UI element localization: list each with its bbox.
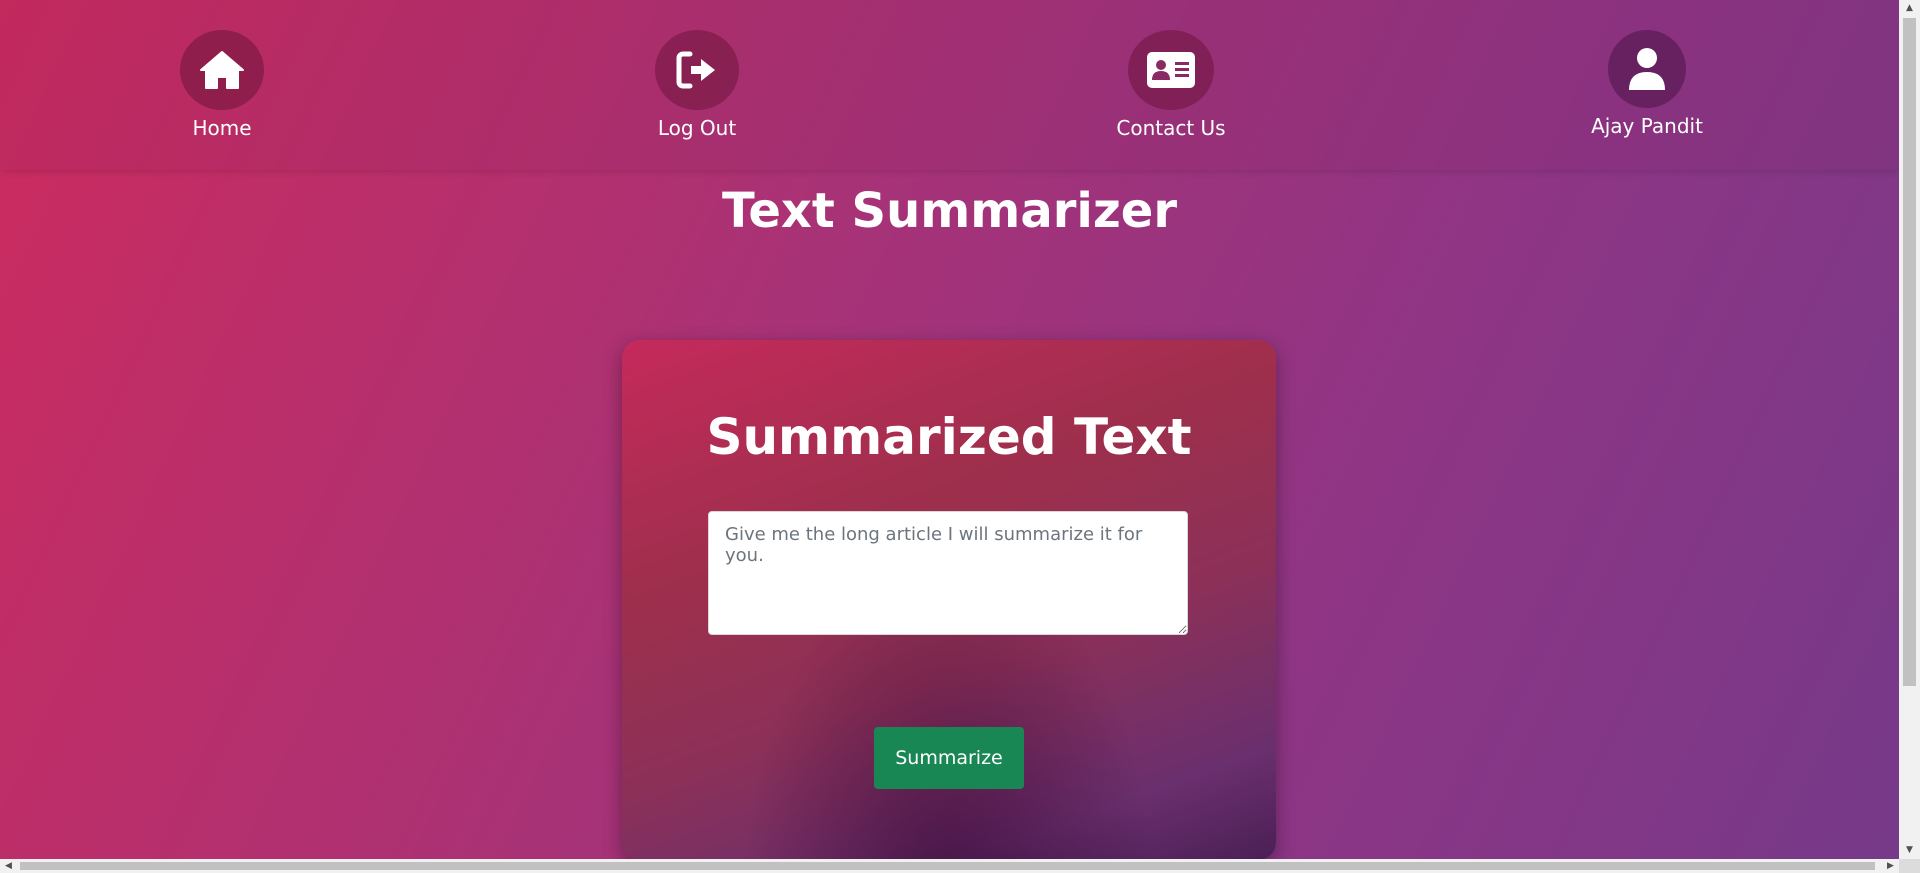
page-title: Text Summarizer <box>722 183 1177 239</box>
nav-item-home[interactable]: Home <box>122 30 322 140</box>
nav-label-home: Home <box>192 116 252 140</box>
horizontal-scroll-thumb[interactable] <box>20 862 1875 870</box>
nav-label-contact: Contact Us <box>1116 116 1226 140</box>
summarizer-card: Summarized Text Summarize <box>622 340 1276 859</box>
card-title: Summarized Text <box>706 408 1192 466</box>
nav-item-profile[interactable]: Ajay Pandit <box>1547 30 1747 138</box>
article-textarea[interactable] <box>708 511 1188 635</box>
contact-card-icon-circle <box>1128 30 1214 110</box>
logout-icon <box>676 51 715 89</box>
page-viewport: Home Log Out Contact Us Ajay Pandit Text… <box>0 0 1899 859</box>
vertical-scroll-thumb[interactable] <box>1903 18 1916 686</box>
nav-label-profile: Ajay Pandit <box>1591 114 1703 138</box>
scrollbar-corner <box>1899 859 1920 873</box>
logout-icon-circle <box>655 30 739 110</box>
nav-item-logout[interactable]: Log Out <box>597 30 797 140</box>
home-icon <box>200 51 244 89</box>
scroll-up-arrow-icon[interactable]: ▲ <box>1899 0 1920 17</box>
contact-card-icon <box>1147 52 1195 88</box>
navbar: Home Log Out Contact Us Ajay Pandit <box>0 0 1899 170</box>
user-icon-circle <box>1608 30 1686 108</box>
scroll-left-arrow-icon[interactable]: ◀ <box>0 859 17 873</box>
nav-label-logout: Log Out <box>657 116 737 140</box>
nav-item-contact[interactable]: Contact Us <box>1071 30 1271 140</box>
scroll-down-arrow-icon[interactable]: ▼ <box>1899 842 1920 859</box>
scroll-right-arrow-icon[interactable]: ▶ <box>1882 859 1899 873</box>
horizontal-scrollbar[interactable]: ◀ ▶ <box>0 859 1899 873</box>
summarize-button[interactable]: Summarize <box>874 727 1024 789</box>
user-icon <box>1629 48 1665 90</box>
vertical-scrollbar[interactable]: ▲ ▼ <box>1899 0 1920 859</box>
home-icon-circle <box>180 30 264 110</box>
